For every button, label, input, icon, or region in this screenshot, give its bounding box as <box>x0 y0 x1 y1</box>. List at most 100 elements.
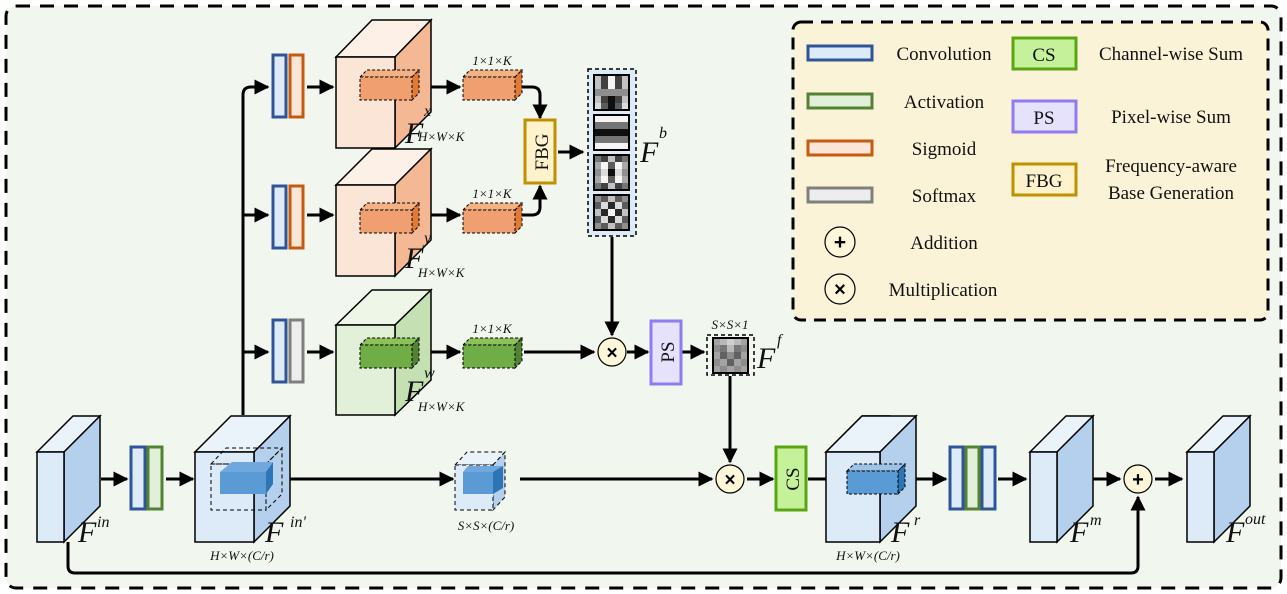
basis-pixel <box>615 176 622 183</box>
ps-block: PS <box>649 319 683 386</box>
basis-pixel <box>615 96 622 103</box>
basis-pixel <box>594 89 601 96</box>
activation-block <box>146 445 164 511</box>
filter-pixel <box>727 345 734 352</box>
conv-block <box>129 445 147 511</box>
basis-pixel <box>615 155 622 162</box>
basis-pixel <box>608 129 615 136</box>
basis-pixel <box>622 183 629 190</box>
basis-pixel <box>601 195 608 202</box>
basis-pixel <box>601 223 608 230</box>
filter-pixel <box>713 366 720 373</box>
finp-sup: in' <box>290 514 306 531</box>
basis-pixel <box>622 155 629 162</box>
basis-pixel <box>594 162 601 169</box>
basis-pixel <box>601 122 608 129</box>
basis-pixel <box>608 143 615 150</box>
fb-sup: b <box>659 125 667 142</box>
basis-pixel <box>622 202 629 209</box>
basis-pixel <box>601 169 608 176</box>
legend-ps-label: Pixel-wise Sum <box>1111 107 1231 128</box>
basis-pixel <box>608 89 615 96</box>
basis-pixel <box>601 136 608 143</box>
basis-pixel <box>622 89 629 96</box>
filter-pixel <box>741 366 748 373</box>
filter-pixel <box>734 345 741 352</box>
conv-block <box>980 445 997 511</box>
filter-pixel <box>713 338 720 345</box>
fy-sup: y <box>422 230 432 247</box>
basis-pixel <box>608 122 615 129</box>
fy-dim: H×W×K <box>417 265 466 280</box>
fin-sup: in <box>97 514 109 531</box>
basis-pixel <box>594 209 601 216</box>
conv-block <box>271 184 288 250</box>
fr-dim: H×W×(C/r) <box>835 548 900 563</box>
basis-pixel <box>594 82 601 89</box>
basis-pixel <box>594 122 601 129</box>
fout-sup: out <box>1245 511 1266 528</box>
ff-label: F <box>756 342 776 375</box>
ff-dim: S×S×1 <box>711 317 748 332</box>
basis-pixel <box>622 136 629 143</box>
legend-act-label: Activation <box>904 92 985 113</box>
fbg-label: FBG <box>532 133 553 170</box>
basis-pixel <box>622 162 629 169</box>
activation-block <box>964 445 981 511</box>
fx-dim: H×W×K <box>417 129 466 144</box>
filter-pixel <box>727 359 734 366</box>
conv-block <box>271 53 288 119</box>
cs-label: CS <box>783 467 804 490</box>
mul-op-top: × <box>597 337 627 367</box>
legend-mul-label: Multiplication <box>889 280 998 301</box>
legend-ps-abbr: PS <box>1033 108 1054 129</box>
basis-pixel <box>601 96 608 103</box>
legend-sig-swatch <box>806 139 874 157</box>
legend-cs-abbr: CS <box>1032 45 1055 66</box>
conv-block <box>271 318 288 384</box>
basis-pixel <box>615 209 622 216</box>
basis-pixel <box>608 202 615 209</box>
basis-pixel <box>594 216 601 223</box>
basis-pixel <box>594 223 601 230</box>
basis-pixel <box>622 75 629 82</box>
filter-pixel <box>720 359 727 366</box>
legend-fbg-label-1: Frequency-aware <box>1105 156 1237 177</box>
ps-label: PS <box>658 341 679 362</box>
vector-y-dim: 1×1×K <box>472 186 513 201</box>
basis-pixel <box>608 209 615 216</box>
basis-pixel <box>608 195 615 202</box>
legend-act-swatch <box>806 92 874 110</box>
basis-pixel <box>594 103 601 110</box>
filter-pixel <box>734 366 741 373</box>
legend-soft-label: Softmax <box>912 186 977 207</box>
basis-pixel <box>608 216 615 223</box>
basis-pixel <box>601 115 608 122</box>
vector-w-dim: 1×1×K <box>472 321 513 336</box>
basis-pixel <box>608 183 615 190</box>
basis-pixel <box>608 103 615 110</box>
basis-pixel <box>601 155 608 162</box>
basis-pixel <box>622 209 629 216</box>
basis-pixel <box>601 103 608 110</box>
fx-sup: x <box>423 103 431 120</box>
basis-pixel <box>594 183 601 190</box>
basis-pixel <box>594 96 601 103</box>
basis-pixel <box>601 75 608 82</box>
legend-cs-label: Channel-wise Sum <box>1099 44 1243 65</box>
multiply-symbol: × <box>724 470 735 491</box>
basis-pixel <box>615 183 622 190</box>
basis-pixel <box>608 223 615 230</box>
basis-pixel <box>622 96 629 103</box>
filter-pixel <box>741 352 748 359</box>
basis-pixel <box>594 202 601 209</box>
legend-conv-swatch <box>806 44 874 62</box>
architecture-diagram: Convolution Activation Sigmoid Softmax +… <box>4 4 1283 590</box>
filter-pixel <box>713 345 720 352</box>
basis-pixel <box>601 143 608 150</box>
fbg-block: FBG <box>523 118 557 185</box>
basis-pixel <box>615 216 622 223</box>
basis-pixel <box>601 202 608 209</box>
basis-pixel <box>615 195 622 202</box>
legend-conv-label: Convolution <box>896 44 992 65</box>
